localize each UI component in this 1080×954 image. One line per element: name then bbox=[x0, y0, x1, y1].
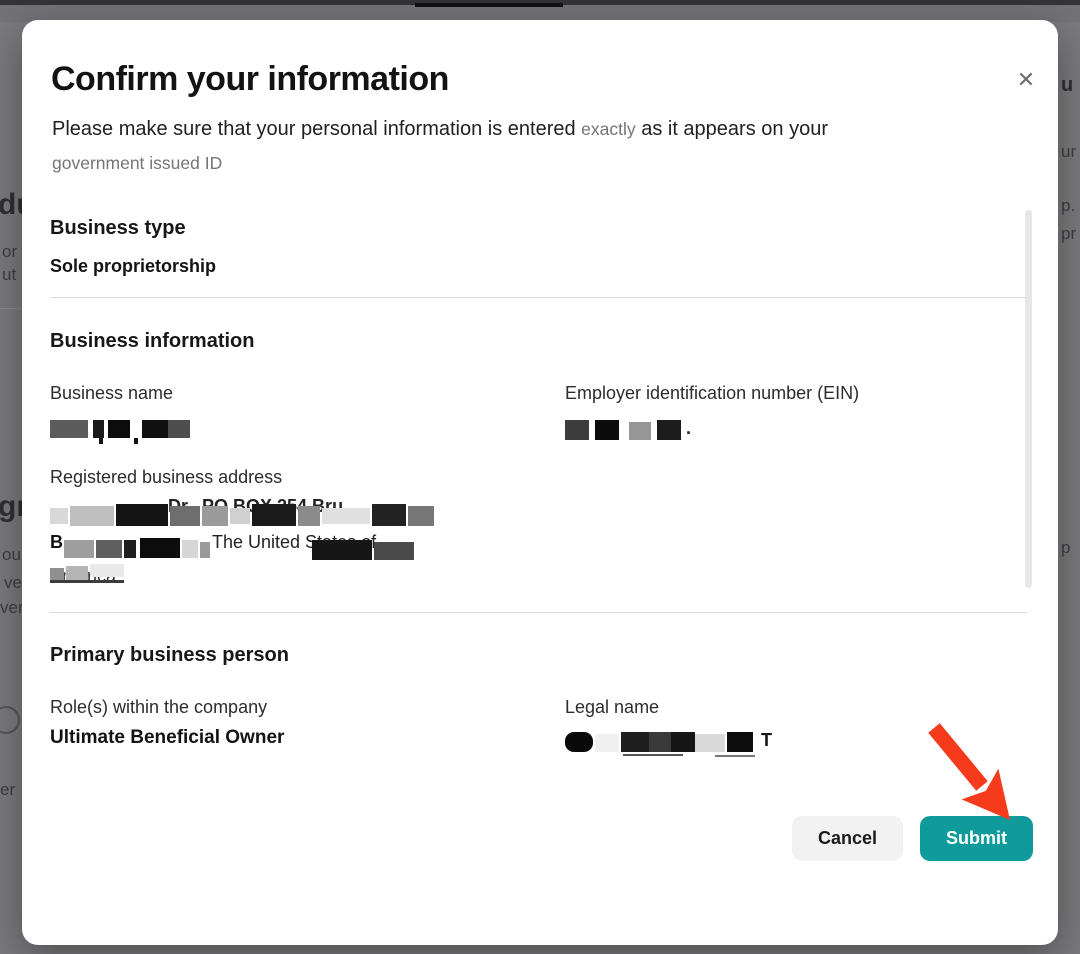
address-line-1-redacted: Dr., PO BOX 254 Bru bbox=[50, 496, 480, 528]
redaction-block bbox=[230, 508, 250, 524]
redaction-block bbox=[727, 732, 753, 752]
redaction-block bbox=[90, 564, 124, 577]
redaction-block bbox=[96, 540, 122, 558]
redaction-block bbox=[252, 504, 296, 526]
redaction-block bbox=[50, 568, 64, 580]
redaction-block bbox=[312, 540, 372, 560]
cancel-button[interactable]: Cancel bbox=[792, 816, 903, 861]
redaction-block bbox=[66, 566, 88, 580]
ein-trailing-dot: . bbox=[686, 418, 691, 439]
subtitle-line-2: government issued ID bbox=[52, 146, 982, 180]
subtitle-line-1: Please make sure that your personal info… bbox=[52, 112, 982, 146]
redaction-block bbox=[322, 508, 370, 524]
role-value: Ultimate Beneficial Owner bbox=[50, 727, 284, 749]
ein-value-redacted: . bbox=[565, 416, 715, 442]
redaction-block bbox=[64, 540, 94, 558]
background-text-fragment: ou bbox=[2, 545, 21, 565]
legal-name-trailing-mark: T bbox=[761, 730, 772, 751]
background-text-fragment: p. bbox=[1061, 196, 1075, 216]
submit-button[interactable]: Submit bbox=[920, 816, 1033, 861]
business-name-value-redacted bbox=[50, 412, 210, 442]
redaction-block bbox=[70, 506, 114, 526]
screen: du or ut gr ou ve ver er u ur p. pr p Co… bbox=[0, 0, 1080, 954]
redaction-block bbox=[372, 504, 406, 526]
dialog-title: Confirm your information bbox=[51, 60, 449, 99]
redaction-block bbox=[170, 506, 200, 526]
redaction-block bbox=[621, 732, 649, 752]
redaction-block bbox=[623, 754, 683, 756]
background-text-fragment: or bbox=[2, 242, 17, 262]
registered-address-label: Registered business address bbox=[50, 467, 282, 488]
background-text-fragment: er bbox=[0, 780, 15, 800]
background-text-fragment: ur bbox=[1061, 142, 1076, 162]
address-line-3-redacted: America bbox=[50, 564, 170, 592]
redaction-block bbox=[182, 540, 198, 558]
background-text-fragment: u bbox=[1061, 74, 1073, 97]
redaction-block bbox=[649, 732, 671, 752]
redaction-block bbox=[202, 506, 228, 526]
subtitle-emphasis: exactly bbox=[581, 119, 635, 139]
redaction-block bbox=[595, 734, 619, 752]
business-name-label: Business name bbox=[50, 383, 173, 404]
background-text-fragment: ut bbox=[2, 265, 16, 285]
section-divider bbox=[50, 612, 1027, 613]
scrollbar-thumb[interactable] bbox=[1025, 210, 1032, 588]
business-type-heading: Business type bbox=[50, 217, 186, 240]
redaction-block bbox=[116, 504, 168, 526]
background-text-fragment: ver bbox=[0, 598, 24, 618]
legal-name-value-redacted: T bbox=[565, 730, 785, 758]
background-text-fragment: ve bbox=[4, 573, 22, 593]
redaction-block bbox=[298, 506, 320, 526]
address-fragment: B bbox=[50, 532, 63, 553]
address-line-2-redacted: B The United States of bbox=[50, 530, 480, 562]
redaction-block bbox=[565, 732, 593, 752]
business-type-value: Sole proprietorship bbox=[50, 256, 216, 277]
redaction-block bbox=[595, 420, 619, 440]
background-radio-circle bbox=[0, 706, 20, 734]
redaction-block bbox=[374, 542, 414, 560]
business-information-heading: Business information bbox=[50, 330, 254, 353]
subtitle-text: as it appears on your bbox=[636, 118, 828, 140]
redaction-block bbox=[565, 420, 589, 440]
redaction-block bbox=[200, 542, 210, 558]
role-label: Role(s) within the company bbox=[50, 697, 267, 718]
redaction-block bbox=[134, 438, 138, 444]
redaction-block bbox=[99, 438, 103, 444]
primary-person-heading: Primary business person bbox=[50, 644, 289, 667]
ein-label: Employer identification number (EIN) bbox=[565, 383, 859, 404]
redaction-block bbox=[124, 540, 136, 558]
redaction-block bbox=[695, 734, 725, 752]
section-divider bbox=[50, 297, 1027, 298]
redaction-block bbox=[108, 420, 130, 438]
legal-name-label: Legal name bbox=[565, 697, 659, 718]
redaction-block bbox=[629, 422, 651, 440]
background-progress-bar bbox=[415, 3, 563, 7]
background-divider bbox=[0, 308, 22, 309]
redaction-block bbox=[140, 538, 180, 558]
background-text-fragment: pr bbox=[1061, 224, 1076, 244]
redaction-block bbox=[50, 420, 88, 438]
background-text-fragment: p bbox=[1061, 538, 1070, 558]
redaction-block bbox=[671, 732, 695, 752]
redaction-block bbox=[50, 580, 124, 583]
redaction-block bbox=[408, 506, 434, 526]
dialog-subtitle: Please make sure that your personal info… bbox=[52, 112, 982, 180]
annotation-arrow-icon bbox=[900, 698, 1030, 833]
close-icon[interactable]: ✕ bbox=[1006, 60, 1046, 100]
redaction-block bbox=[168, 420, 190, 438]
subtitle-text: Please make sure that your personal info… bbox=[52, 118, 581, 140]
redaction-block bbox=[142, 420, 168, 438]
redaction-block bbox=[657, 420, 681, 440]
redaction-block bbox=[50, 508, 68, 524]
redaction-block bbox=[93, 420, 104, 438]
redaction-block bbox=[715, 755, 755, 757]
confirm-information-dialog: Confirm your information ✕ Please make s… bbox=[22, 20, 1058, 945]
